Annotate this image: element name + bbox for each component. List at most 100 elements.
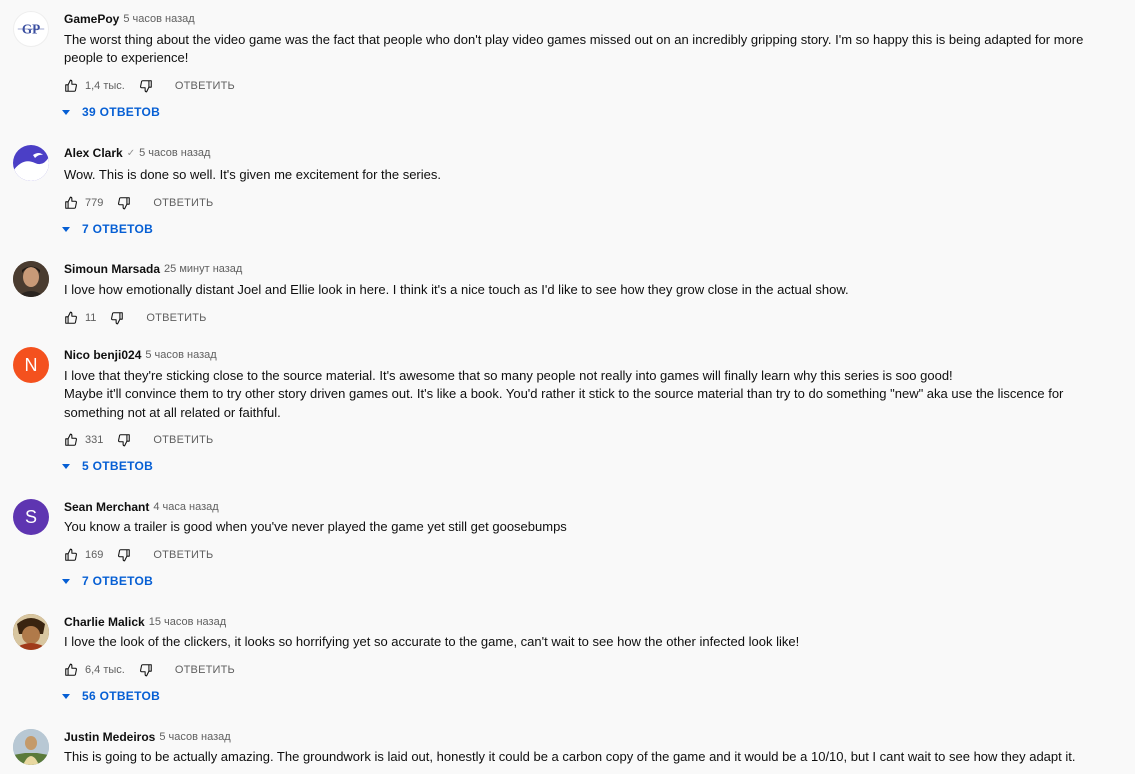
avatar[interactable] — [13, 261, 49, 297]
user-photo-icon — [13, 614, 49, 650]
thumbs-down-icon — [139, 664, 152, 677]
author-name[interactable]: Sean Merchant — [64, 500, 149, 514]
reply-button[interactable]: ОТВЕТИТЬ — [175, 664, 235, 676]
comment-text: This is going to be actually amazing. Th… — [64, 748, 1122, 766]
avatar[interactable]: GP — [13, 11, 49, 47]
replies-count: 56 ОТВЕТОВ — [82, 689, 161, 703]
dislike-button[interactable] — [117, 548, 131, 562]
author-name[interactable]: Alex Clark — [64, 146, 123, 160]
user-photo-icon — [13, 261, 49, 297]
thumbs-up-icon — [65, 548, 77, 561]
avatar[interactable]: S — [13, 499, 49, 535]
reply-button[interactable]: ОТВЕТИТЬ — [153, 434, 213, 446]
timestamp[interactable]: 15 часов назад — [149, 616, 226, 628]
reply-button[interactable]: ОТВЕТИТЬ — [153, 197, 213, 209]
like-count: 6,4 тыс. — [85, 664, 125, 676]
thumbs-down-icon — [111, 312, 124, 325]
timestamp[interactable]: 4 часа назад — [153, 501, 218, 513]
author-name[interactable]: Nico benji024 — [64, 348, 141, 362]
caret-down-icon — [62, 693, 70, 699]
dislike-button[interactable] — [117, 196, 131, 210]
thumbs-up-icon — [65, 79, 77, 92]
like-count: 11 — [85, 312, 97, 324]
dislike-button[interactable] — [117, 433, 131, 447]
comment-header: Charlie Malick 15 часов назад — [64, 614, 226, 630]
comment-line: The worst thing about the video game was… — [64, 32, 1084, 66]
comment-line: I love how emotionally distant Joel and … — [64, 282, 849, 297]
comment-line: I love that they're sticking close to th… — [64, 368, 953, 383]
avatar-letter: S — [24, 506, 37, 527]
caret-down-icon — [62, 226, 70, 232]
comment-line: You know a trailer is good when you've n… — [64, 519, 567, 534]
timestamp[interactable]: 5 часов назад — [139, 147, 210, 159]
thumbs-up-icon — [65, 311, 77, 324]
view-replies-button[interactable]: 7 ОТВЕТОВ — [62, 219, 153, 239]
comment-text: The worst thing about the video game was… — [64, 31, 1122, 68]
action-bar: 169 ОТВЕТИТЬ — [64, 545, 213, 565]
comment-header: Simoun Marsada 25 минут назад — [64, 261, 242, 277]
comment-header: Nico benji024 5 часов назад — [64, 347, 217, 363]
action-bar: 331 ОТВЕТИТЬ — [64, 430, 213, 450]
reply-button[interactable]: ОТВЕТИТЬ — [146, 312, 206, 324]
user-photo-icon — [13, 729, 49, 765]
thumbs-up-icon — [65, 433, 77, 446]
view-replies-button[interactable]: 7 ОТВЕТОВ — [62, 571, 153, 591]
comment-header: Sean Merchant 4 часа назад — [64, 499, 219, 515]
like-button[interactable] — [64, 196, 78, 210]
view-replies-button[interactable]: 56 ОТВЕТОВ — [62, 686, 160, 706]
timestamp[interactable]: 5 часов назад — [159, 731, 230, 743]
thumbs-up-icon — [65, 663, 77, 676]
avatar-graphic-icon — [13, 153, 49, 181]
author-name[interactable]: Charlie Malick — [64, 615, 145, 629]
like-count: 1,4 тыс. — [85, 80, 125, 92]
timestamp[interactable]: 5 часов назад — [123, 13, 194, 25]
caret-down-icon — [62, 109, 70, 115]
like-button[interactable] — [64, 311, 78, 325]
thumbs-down-icon — [139, 80, 152, 93]
timestamp[interactable]: 25 минут назад — [164, 263, 242, 275]
dislike-button[interactable] — [110, 311, 124, 325]
replies-count: 7 ОТВЕТОВ — [82, 574, 154, 588]
caret-down-icon — [62, 463, 70, 469]
avatar[interactable] — [13, 729, 49, 765]
author-name[interactable]: Justin Medeiros — [64, 730, 155, 744]
thumbs-down-icon — [118, 197, 131, 210]
comment-text: Wow. This is done so well. It's given me… — [64, 166, 1122, 184]
like-button[interactable] — [64, 663, 78, 677]
reply-button[interactable]: ОТВЕТИТЬ — [153, 549, 213, 561]
dislike-button[interactable] — [139, 79, 153, 93]
thumbs-down-icon — [118, 434, 131, 447]
comment-line: This is going to be actually amazing. Th… — [64, 749, 1076, 764]
comment-text: I love that they're sticking close to th… — [64, 367, 1122, 422]
comment-line: Wow. This is done so well. It's given me… — [64, 167, 441, 182]
reply-button[interactable]: ОТВЕТИТЬ — [175, 80, 235, 92]
replies-count: 7 ОТВЕТОВ — [82, 222, 154, 236]
view-replies-button[interactable]: 5 ОТВЕТОВ — [62, 456, 153, 476]
avatar[interactable] — [13, 614, 49, 650]
comment-line: Maybe it'll convince them to try other s… — [64, 386, 1064, 420]
thumbs-up-icon — [65, 196, 77, 209]
action-bar: 1,4 тыс. ОТВЕТИТЬ — [64, 76, 235, 96]
comment-text: I love how emotionally distant Joel and … — [64, 281, 1122, 299]
avatar[interactable]: N — [13, 347, 49, 383]
avatar[interactable] — [13, 145, 49, 181]
like-count: 331 — [85, 434, 104, 446]
dislike-button[interactable] — [139, 663, 153, 677]
like-count: 779 — [85, 197, 104, 209]
comment-text: I love the look of the clickers, it look… — [64, 633, 1122, 651]
comment-header: Justin Medeiros 5 часов назад — [64, 729, 231, 745]
replies-count: 39 ОТВЕТОВ — [82, 105, 161, 119]
thumbs-down-icon — [118, 549, 131, 562]
caret-down-icon — [62, 578, 70, 584]
author-name[interactable]: GamePoy — [64, 12, 119, 26]
replies-count: 5 ОТВЕТОВ — [82, 459, 154, 473]
like-button[interactable] — [64, 548, 78, 562]
comment-header: GamePoy 5 часов назад — [64, 11, 195, 27]
action-bar: 11 ОТВЕТИТЬ — [64, 308, 207, 328]
like-button[interactable] — [64, 433, 78, 447]
like-button[interactable] — [64, 79, 78, 93]
timestamp[interactable]: 5 часов назад — [145, 349, 216, 361]
comment-text: You know a trailer is good when you've n… — [64, 518, 1122, 536]
view-replies-button[interactable]: 39 ОТВЕТОВ — [62, 102, 160, 122]
author-name[interactable]: Simoun Marsada — [64, 262, 160, 276]
